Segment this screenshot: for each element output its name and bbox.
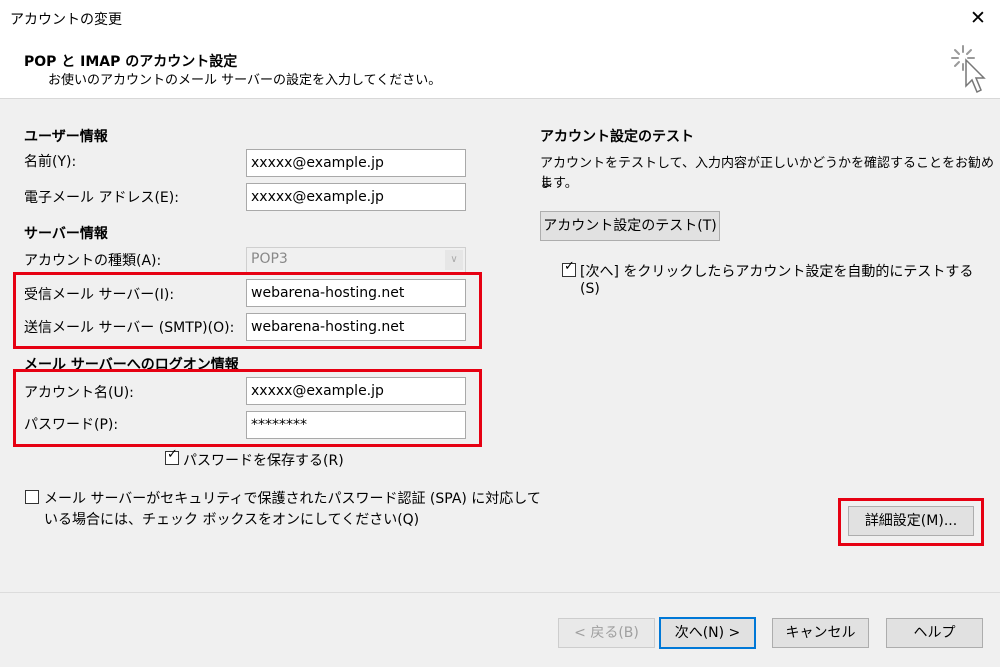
account-name-label: アカウント名(U):: [24, 385, 134, 401]
close-icon[interactable]: ✕: [966, 6, 990, 30]
back-button[interactable]: < 戻る(B): [558, 618, 655, 648]
spa-label-line1: メール サーバーがセキュリティで保護されたパスワード認証 (SPA) に対応して: [44, 491, 541, 507]
account-type-label: アカウントの種類(A):: [24, 253, 162, 269]
spa-checkbox[interactable]: [25, 490, 39, 504]
check-icon: ✓: [167, 447, 178, 462]
spa-label-line2: いる場合には、チェック ボックスをオンにしてください(Q): [44, 512, 420, 528]
password-label: パスワード(P):: [24, 417, 119, 433]
page-subtitle: お使いのアカウントのメール サーバーの設定を入力してください。: [48, 73, 442, 88]
password-field[interactable]: ********: [246, 411, 466, 439]
wizard-cursor-icon: [951, 45, 986, 94]
incoming-server-field[interactable]: webarena-hosting.net: [246, 279, 466, 307]
auto-test-label-line2: (S): [580, 281, 600, 297]
account-name-field[interactable]: xxxxx@example.jp: [246, 377, 466, 405]
name-field[interactable]: xxxxx@example.jp: [246, 149, 466, 177]
advanced-settings-button[interactable]: 詳細設定(M)...: [848, 506, 974, 536]
name-label: 名前(Y):: [24, 154, 77, 170]
page-title: POP と IMAP のアカウント設定: [24, 54, 238, 70]
auto-test-label-line1: [次へ] をクリックしたらアカウント設定を自動的にテストする: [580, 264, 974, 280]
cancel-button[interactable]: キャンセル: [772, 618, 869, 648]
help-button[interactable]: ヘルプ: [886, 618, 983, 648]
chevron-down-icon: ∨: [445, 250, 463, 270]
user-info-heading: ユーザー情報: [24, 129, 108, 145]
window-title: アカウントの変更: [10, 12, 122, 28]
test-desc-line1: アカウントをテストして、入力内容が正しいかどうかを確認することをお勧めし: [540, 156, 994, 190]
email-field[interactable]: xxxxx@example.jp: [246, 183, 466, 211]
next-button[interactable]: 次へ(N) >: [659, 617, 756, 649]
outgoing-server-field[interactable]: webarena-hosting.net: [246, 313, 466, 341]
account-type-value: POP3: [251, 251, 288, 267]
save-password-checkbox[interactable]: ✓: [165, 447, 179, 465]
email-label: 電子メール アドレス(E):: [24, 190, 179, 206]
save-password-label: パスワードを保存する(R): [183, 453, 344, 469]
title-bar: [0, 0, 1000, 38]
test-heading: アカウント設定のテスト: [540, 129, 694, 145]
check-icon: ✓: [564, 259, 575, 274]
outgoing-server-label: 送信メール サーバー (SMTP)(O):: [24, 320, 235, 336]
test-desc-line2: ます。: [540, 176, 578, 191]
test-account-button[interactable]: アカウント設定のテスト(T): [540, 211, 720, 241]
footer-divider: [0, 592, 1000, 593]
auto-test-checkbox[interactable]: ✓: [562, 259, 576, 277]
incoming-server-label: 受信メール サーバー(I):: [24, 287, 175, 303]
server-info-heading: サーバー情報: [24, 226, 108, 242]
account-type-select: POP3 ∨: [246, 247, 466, 273]
